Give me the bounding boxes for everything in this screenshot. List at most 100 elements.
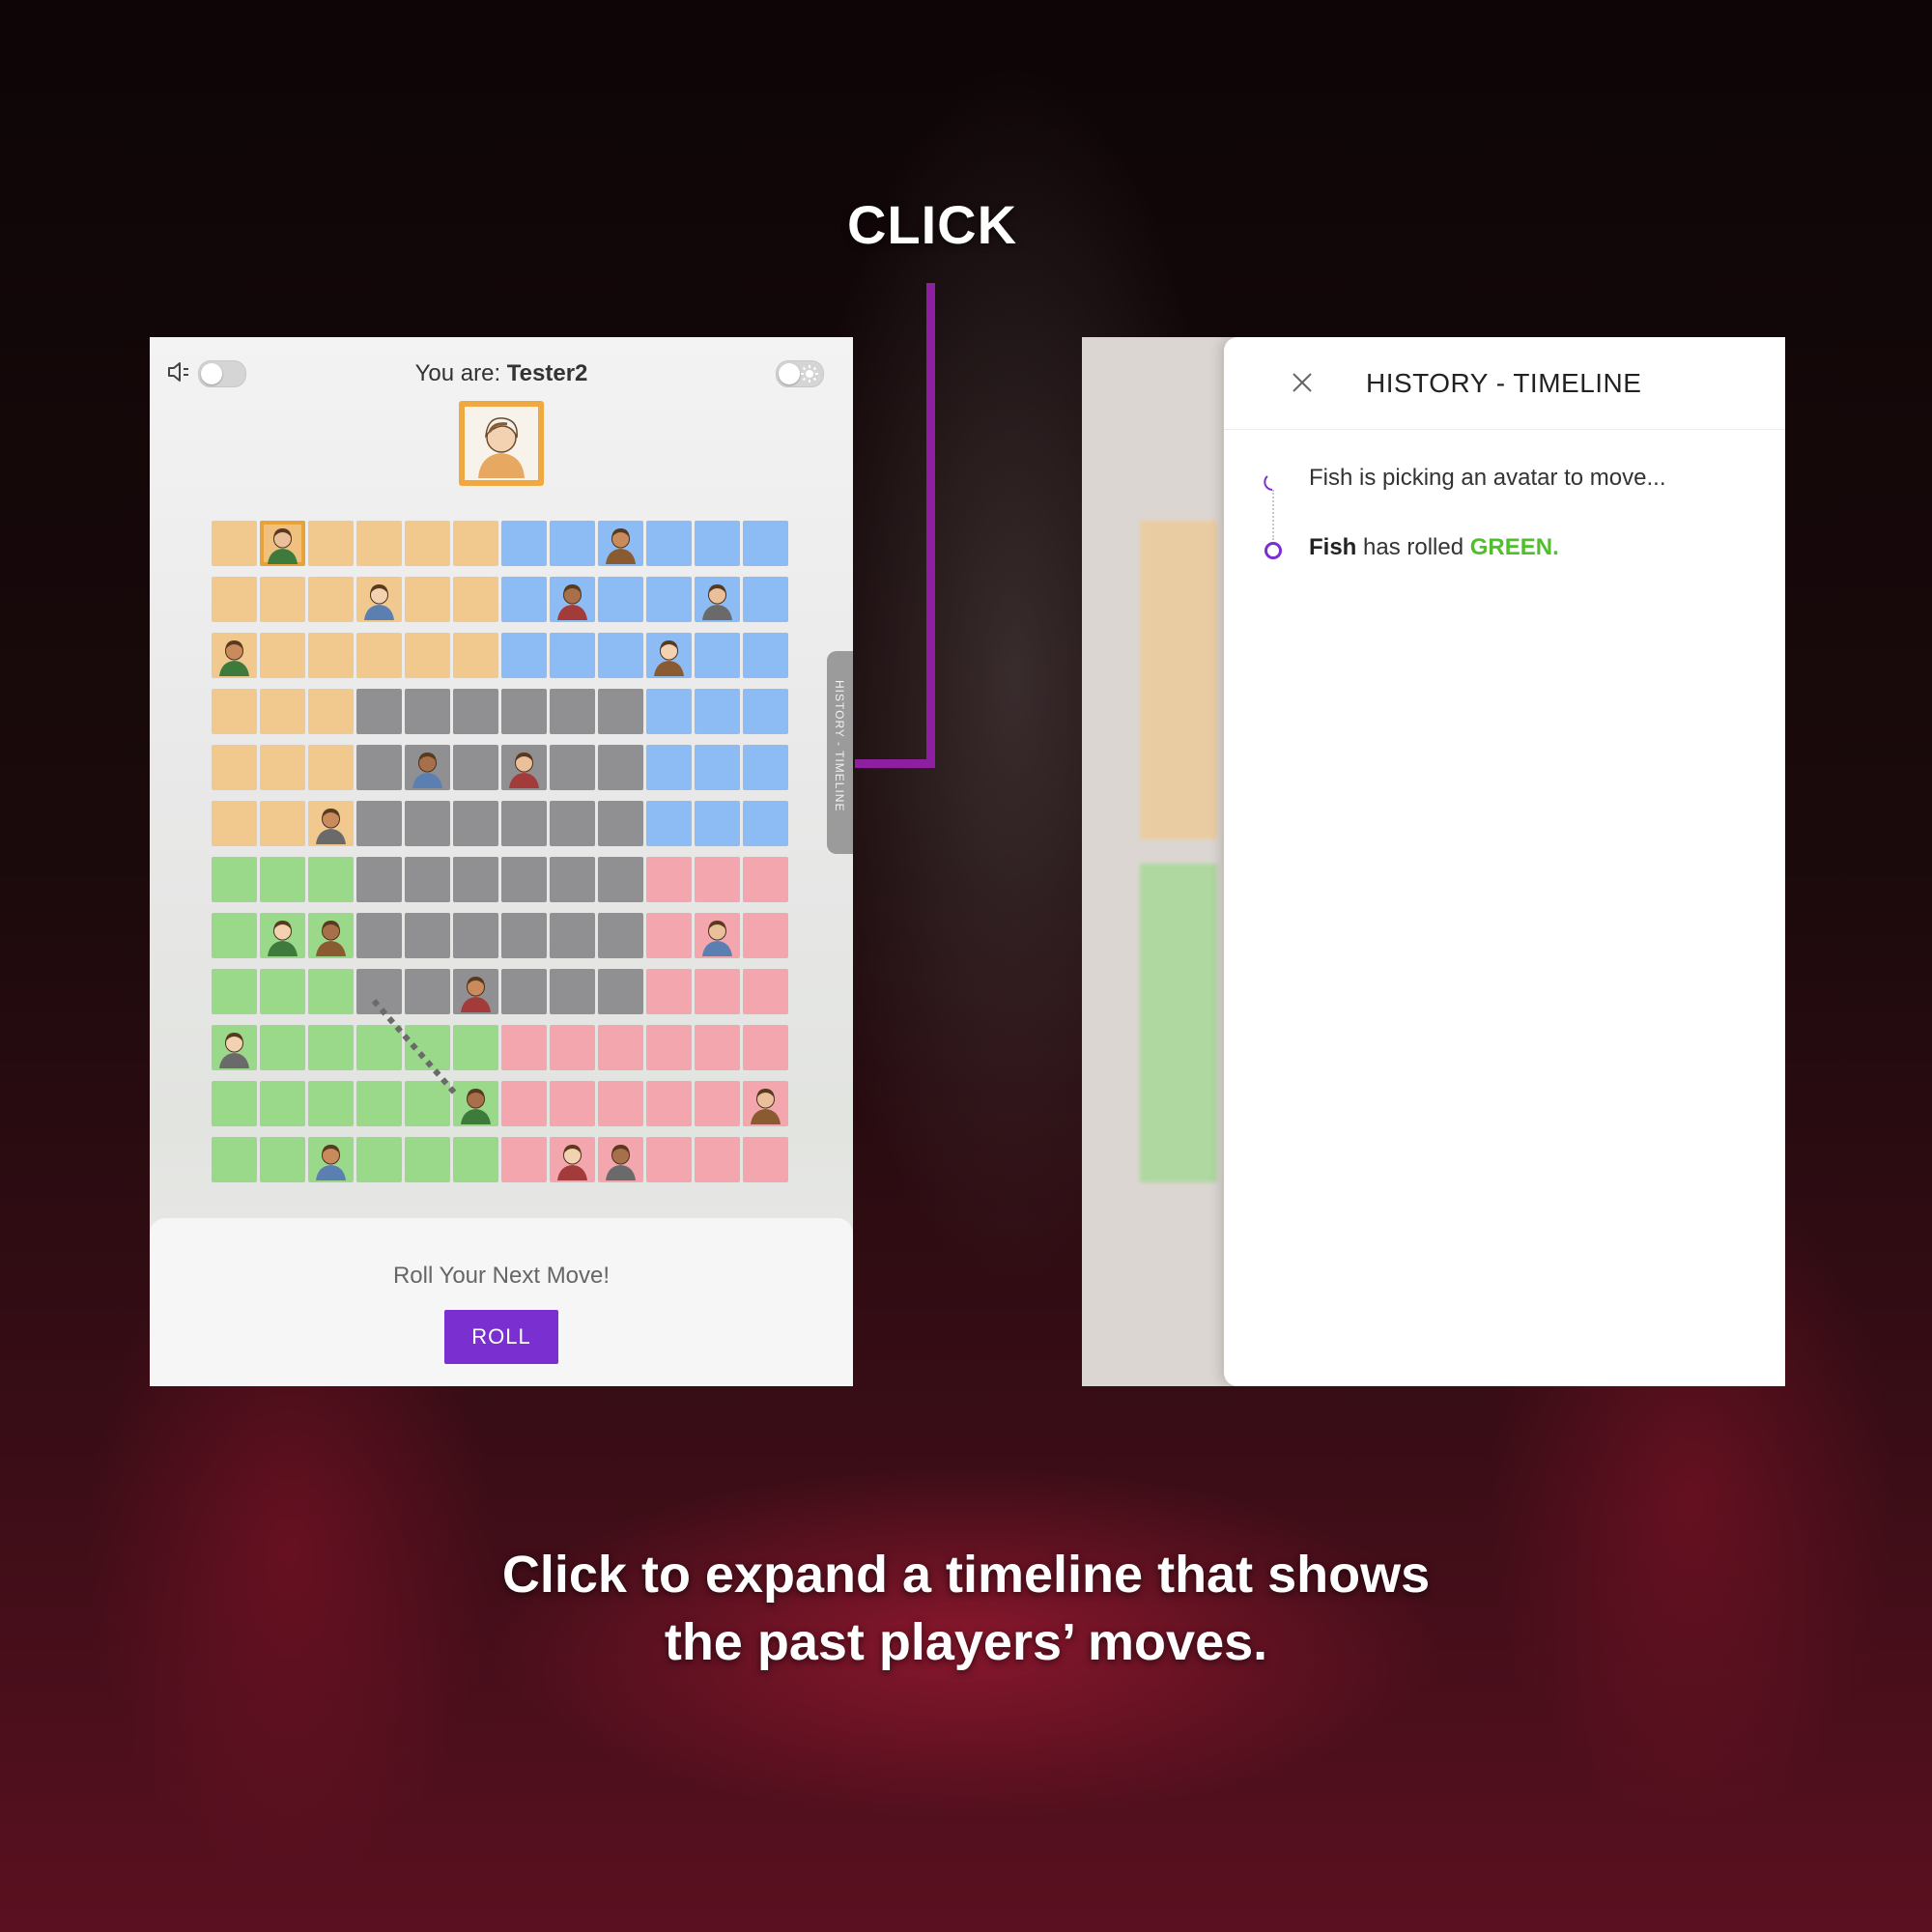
board-cell[interactable] xyxy=(356,913,402,958)
board-cell[interactable] xyxy=(598,521,643,566)
board-cell[interactable] xyxy=(646,577,692,622)
board-cell[interactable] xyxy=(453,633,498,678)
board-cell[interactable] xyxy=(405,913,450,958)
board-cell[interactable] xyxy=(405,857,450,902)
board-cell[interactable] xyxy=(501,633,547,678)
board-cell[interactable] xyxy=(646,801,692,846)
board-cell[interactable] xyxy=(598,913,643,958)
board-cell[interactable] xyxy=(550,801,595,846)
board-cell[interactable] xyxy=(453,801,498,846)
board-cell[interactable] xyxy=(212,521,257,566)
board-cell[interactable] xyxy=(501,1025,547,1070)
avatar-piece[interactable] xyxy=(360,579,398,620)
board-cell[interactable] xyxy=(598,745,643,790)
board-cell[interactable] xyxy=(308,857,354,902)
board-cell[interactable] xyxy=(356,689,402,734)
board-cell[interactable] xyxy=(405,801,450,846)
avatar-piece[interactable] xyxy=(215,1027,253,1068)
board-cell[interactable] xyxy=(405,633,450,678)
board-cell[interactable] xyxy=(356,633,402,678)
board-cell[interactable] xyxy=(598,1081,643,1126)
board-cell[interactable] xyxy=(308,745,354,790)
avatar-piece[interactable] xyxy=(409,747,446,788)
board-cell[interactable] xyxy=(356,857,402,902)
board-cell[interactable] xyxy=(212,1025,257,1070)
board-cell[interactable] xyxy=(356,577,402,622)
board-cell[interactable] xyxy=(695,969,740,1014)
board-cell[interactable] xyxy=(646,1025,692,1070)
avatar-piece[interactable] xyxy=(650,635,688,676)
board-cell[interactable] xyxy=(646,689,692,734)
board-cell[interactable] xyxy=(550,1137,595,1182)
board-cell[interactable] xyxy=(550,1025,595,1070)
board-cell[interactable] xyxy=(308,689,354,734)
board-cell[interactable] xyxy=(356,745,402,790)
board-cell[interactable] xyxy=(260,1137,305,1182)
board-cell[interactable] xyxy=(695,1025,740,1070)
board-cell[interactable] xyxy=(550,577,595,622)
board-cell[interactable] xyxy=(308,577,354,622)
board-cell[interactable] xyxy=(695,801,740,846)
board-cell[interactable] xyxy=(453,857,498,902)
board-cell[interactable] xyxy=(550,745,595,790)
board-cell[interactable] xyxy=(501,857,547,902)
board-cell[interactable] xyxy=(501,1081,547,1126)
board-cell[interactable] xyxy=(743,521,788,566)
board-cell[interactable] xyxy=(598,969,643,1014)
board-cell[interactable] xyxy=(260,801,305,846)
board-cell[interactable] xyxy=(501,577,547,622)
roll-button[interactable]: ROLL xyxy=(444,1310,558,1364)
board-cell[interactable] xyxy=(212,801,257,846)
board-cell[interactable] xyxy=(598,1025,643,1070)
board-cell[interactable] xyxy=(212,857,257,902)
board-cell[interactable] xyxy=(453,577,498,622)
board-cell[interactable] xyxy=(212,745,257,790)
board-cell[interactable] xyxy=(598,577,643,622)
board-cell[interactable] xyxy=(646,857,692,902)
board-cell[interactable] xyxy=(501,913,547,958)
board-cell[interactable] xyxy=(743,969,788,1014)
board-cell[interactable] xyxy=(646,969,692,1014)
board-cell[interactable] xyxy=(212,1081,257,1126)
avatar-piece[interactable] xyxy=(747,1083,784,1124)
board-cell[interactable] xyxy=(743,633,788,678)
board-cell[interactable] xyxy=(453,689,498,734)
board-cell[interactable] xyxy=(501,801,547,846)
board-cell[interactable] xyxy=(405,689,450,734)
avatar-piece[interactable] xyxy=(264,523,301,564)
board-cell[interactable] xyxy=(212,689,257,734)
board-cell[interactable] xyxy=(501,745,547,790)
avatar-piece[interactable] xyxy=(505,747,543,788)
board-cell[interactable] xyxy=(646,521,692,566)
close-icon[interactable] xyxy=(1290,370,1315,395)
board-cell[interactable] xyxy=(356,521,402,566)
board-cell[interactable] xyxy=(260,969,305,1014)
board-cell[interactable] xyxy=(550,689,595,734)
board-cell[interactable] xyxy=(646,913,692,958)
board-cell[interactable] xyxy=(260,857,305,902)
board-cell[interactable] xyxy=(550,1081,595,1126)
board-cell[interactable] xyxy=(212,969,257,1014)
board-cell[interactable] xyxy=(646,633,692,678)
board-cell[interactable] xyxy=(695,1081,740,1126)
avatar-piece[interactable] xyxy=(698,915,736,956)
board-cell[interactable] xyxy=(453,745,498,790)
board-cell[interactable] xyxy=(260,913,305,958)
board-cell[interactable] xyxy=(598,857,643,902)
board-cell[interactable] xyxy=(212,633,257,678)
board-cell[interactable] xyxy=(308,521,354,566)
board-cell[interactable] xyxy=(260,1025,305,1070)
board-cell[interactable] xyxy=(405,745,450,790)
board-cell[interactable] xyxy=(405,1137,450,1182)
avatar-piece[interactable] xyxy=(264,915,301,956)
board-cell[interactable] xyxy=(550,633,595,678)
board-cell[interactable] xyxy=(743,745,788,790)
avatar-piece[interactable] xyxy=(312,803,350,844)
board-cell[interactable] xyxy=(550,913,595,958)
board-cell[interactable] xyxy=(695,745,740,790)
theme-toggle[interactable] xyxy=(776,360,824,387)
avatar-piece[interactable] xyxy=(602,523,639,564)
board-cell[interactable] xyxy=(260,745,305,790)
board-cell[interactable] xyxy=(308,913,354,958)
board-cell[interactable] xyxy=(260,689,305,734)
